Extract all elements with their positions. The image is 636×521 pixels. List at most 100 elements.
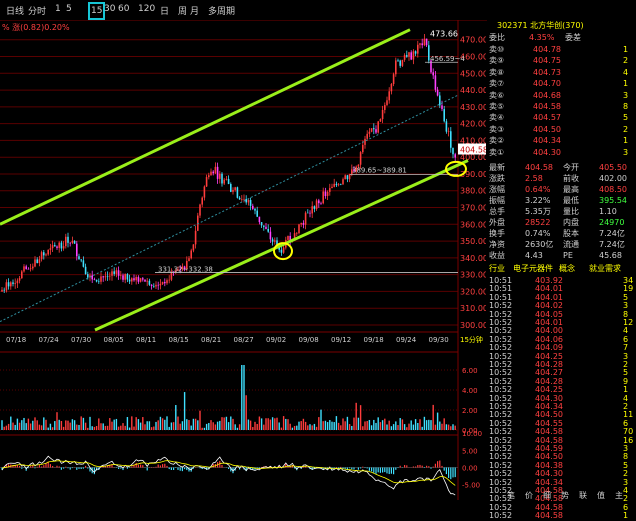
period-tab-5[interactable]: 30 — [104, 4, 115, 14]
volume-bar — [118, 427, 119, 430]
macd-histogram-bar — [437, 461, 438, 467]
period-tab-3[interactable]: 5 — [66, 4, 72, 14]
ratio-row: 委比4.35%委差 — [487, 32, 636, 43]
price-tick-label: 320.00 — [460, 287, 486, 296]
candle-body — [166, 280, 168, 283]
macd-histogram-bar — [32, 465, 33, 467]
macd-tick-label: 10.00 — [462, 430, 482, 438]
macd-histogram-bar — [353, 468, 354, 470]
volume-bar — [283, 416, 284, 430]
macd-histogram-bar — [430, 468, 431, 469]
candle-body — [410, 52, 412, 59]
stat-row: 换手0.74%股本7.24亿 — [487, 228, 636, 239]
time-tick-label: 08/11 — [136, 336, 156, 344]
stat-value: 2630亿 — [525, 239, 553, 250]
period-tab-9[interactable]: 周 — [178, 4, 187, 17]
time-tick-label: 08/05 — [104, 336, 124, 344]
macd-histogram-bar — [147, 468, 148, 471]
volume-bar — [206, 424, 207, 430]
macd-histogram-bar — [371, 468, 372, 472]
volume-bar — [15, 425, 16, 430]
candle-body — [340, 184, 342, 185]
period-tab-7[interactable]: 120 — [138, 4, 155, 14]
panel-tab[interactable]: 笔 — [507, 490, 515, 501]
period-tab-6[interactable]: 60 — [118, 4, 129, 14]
period-tab-4[interactable]: 15 — [88, 2, 105, 20]
stat-row: 净资2630亿流通7.24亿 — [487, 239, 636, 250]
period-tab-11[interactable]: 多周期 — [208, 4, 235, 17]
volume-bar — [404, 424, 405, 430]
order-book-row: 卖⑤404.588 — [487, 101, 636, 112]
stat-value: 5.35万 — [525, 206, 551, 217]
volume-bar — [292, 428, 293, 430]
volume-bar — [1, 420, 2, 430]
period-tab-1[interactable]: 分时 — [28, 4, 46, 17]
volume-bar — [144, 424, 145, 430]
macd-histogram-bar — [37, 467, 38, 468]
period-tab-10[interactable]: 月 — [190, 4, 199, 17]
macd-histogram-bar — [164, 464, 165, 468]
time-tick-label: 08/27 — [234, 336, 254, 344]
stat-row: 涨幅0.64%最高408.50 — [487, 184, 636, 195]
candle-body — [395, 60, 397, 74]
order-price: 404.75 — [533, 55, 561, 66]
candle-body — [54, 245, 56, 246]
volume-bar — [312, 425, 313, 430]
volume-bar — [111, 422, 112, 430]
kline-chart-area[interactable]: % 涨(0.82)0.20%470.00460.00450.00440.0043… — [0, 20, 486, 500]
macd-tick-label: -5.00 — [462, 482, 480, 490]
candle-body — [144, 280, 146, 282]
macd-histogram-bar — [228, 468, 229, 469]
candle-body — [155, 285, 157, 287]
macd-histogram-bar — [389, 468, 390, 475]
macd-histogram-bar — [118, 468, 119, 469]
candle-body — [188, 258, 190, 261]
candle-body — [388, 91, 390, 100]
volume-bar — [437, 413, 438, 430]
period-tab-2[interactable]: 1 — [55, 4, 61, 14]
panel-tab[interactable]: 价 — [525, 490, 533, 501]
period-tab-8[interactable]: 日 — [160, 4, 169, 17]
order-volume: 2 — [623, 55, 628, 66]
macd-histogram-bar — [358, 468, 359, 470]
volume-bar — [362, 426, 363, 430]
volume-bar — [217, 422, 218, 430]
kline-svg[interactable]: % 涨(0.82)0.20%470.00460.00450.00440.0043… — [0, 20, 486, 500]
panel-tab[interactable]: 势 — [561, 490, 569, 501]
volume-bar — [155, 422, 156, 430]
candle-body — [393, 74, 395, 84]
candle-body — [322, 191, 324, 203]
volume-tick-label: 6.00 — [462, 367, 478, 375]
volume-bar — [177, 417, 178, 430]
stat-label: PE — [563, 250, 573, 261]
volume-bar — [184, 392, 185, 430]
period-tab-0[interactable]: 日线 — [6, 4, 24, 17]
volume-bar — [153, 427, 154, 430]
time-tick-label: 08/21 — [201, 336, 221, 344]
macd-histogram-bar — [21, 468, 22, 469]
order-price: 404.58 — [533, 101, 561, 112]
candle-body — [36, 259, 38, 263]
stat-value: 7.24亿 — [599, 239, 625, 250]
price-tick-label: 370.00 — [460, 204, 486, 213]
candle-body — [283, 248, 285, 253]
panel-tab[interactable]: 联 — [579, 490, 587, 501]
panel-tab[interactable]: 值 — [597, 490, 605, 501]
candle-body — [50, 248, 52, 250]
volume-bar — [39, 425, 40, 430]
macd-histogram-bar — [177, 468, 178, 470]
candle-body — [21, 271, 23, 278]
channel-lower-line — [95, 161, 468, 330]
candle-body — [329, 188, 331, 192]
concept-label: 概念 — [559, 263, 575, 274]
candle-body — [384, 105, 386, 110]
panel-tab[interactable]: 主 — [615, 490, 623, 501]
volume-bar — [43, 417, 44, 430]
order-label: 卖⑩ — [489, 44, 504, 55]
price-tick-label: 450.00 — [460, 69, 486, 78]
panel-tab[interactable]: 细 — [543, 490, 551, 501]
volume-bar — [67, 421, 68, 430]
stat-label: 涨幅 — [489, 184, 505, 195]
macd-histogram-bar — [345, 468, 346, 469]
macd-histogram-bar — [83, 468, 84, 469]
